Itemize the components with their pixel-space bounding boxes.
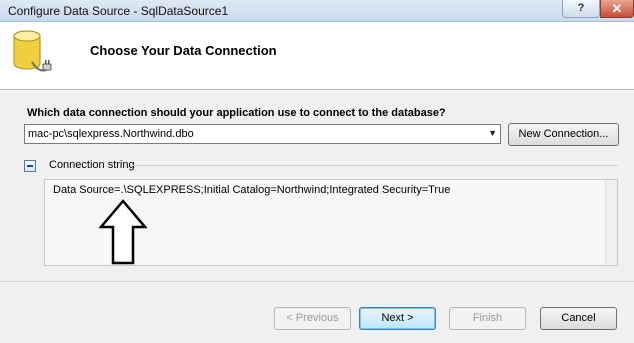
connection-string-label: Connection string: [49, 159, 135, 171]
connection-string-text: Data Source=.\SQLEXPRESS;Initial Catalog…: [53, 184, 451, 196]
section-divider: [130, 165, 618, 166]
close-button[interactable]: ✕: [600, 0, 634, 18]
scrollbar[interactable]: [605, 180, 617, 265]
help-button[interactable]: ?: [562, 0, 600, 18]
connection-question: Which data connection should your applic…: [27, 107, 446, 119]
page-heading: Choose Your Data Connection: [90, 43, 277, 58]
wizard-body: Which data connection should your applic…: [0, 91, 634, 343]
chevron-down-icon[interactable]: ▼: [488, 128, 497, 138]
wizard-header: Choose Your Data Connection: [0, 22, 634, 90]
new-connection-button[interactable]: New Connection...: [508, 123, 619, 146]
window-title: Configure Data Source - SqlDataSource1: [8, 4, 229, 18]
previous-button[interactable]: < Previous: [274, 307, 351, 330]
collapse-toggle[interactable]: [24, 160, 36, 172]
connection-dropdown[interactable]: mac-pc\sqlexpress.Northwind.dbo ▼: [24, 124, 501, 144]
title-bar: Configure Data Source - SqlDataSource1 ?…: [0, 0, 634, 22]
footer-divider: [0, 281, 634, 282]
connection-dropdown-value: mac-pc\sqlexpress.Northwind.dbo: [28, 128, 194, 140]
up-arrow-icon: [99, 199, 147, 265]
database-icon: [13, 30, 52, 72]
cancel-button[interactable]: Cancel: [540, 307, 617, 330]
minus-icon: [27, 165, 33, 167]
next-button[interactable]: Next >: [359, 307, 436, 330]
finish-button[interactable]: Finish: [449, 307, 526, 330]
